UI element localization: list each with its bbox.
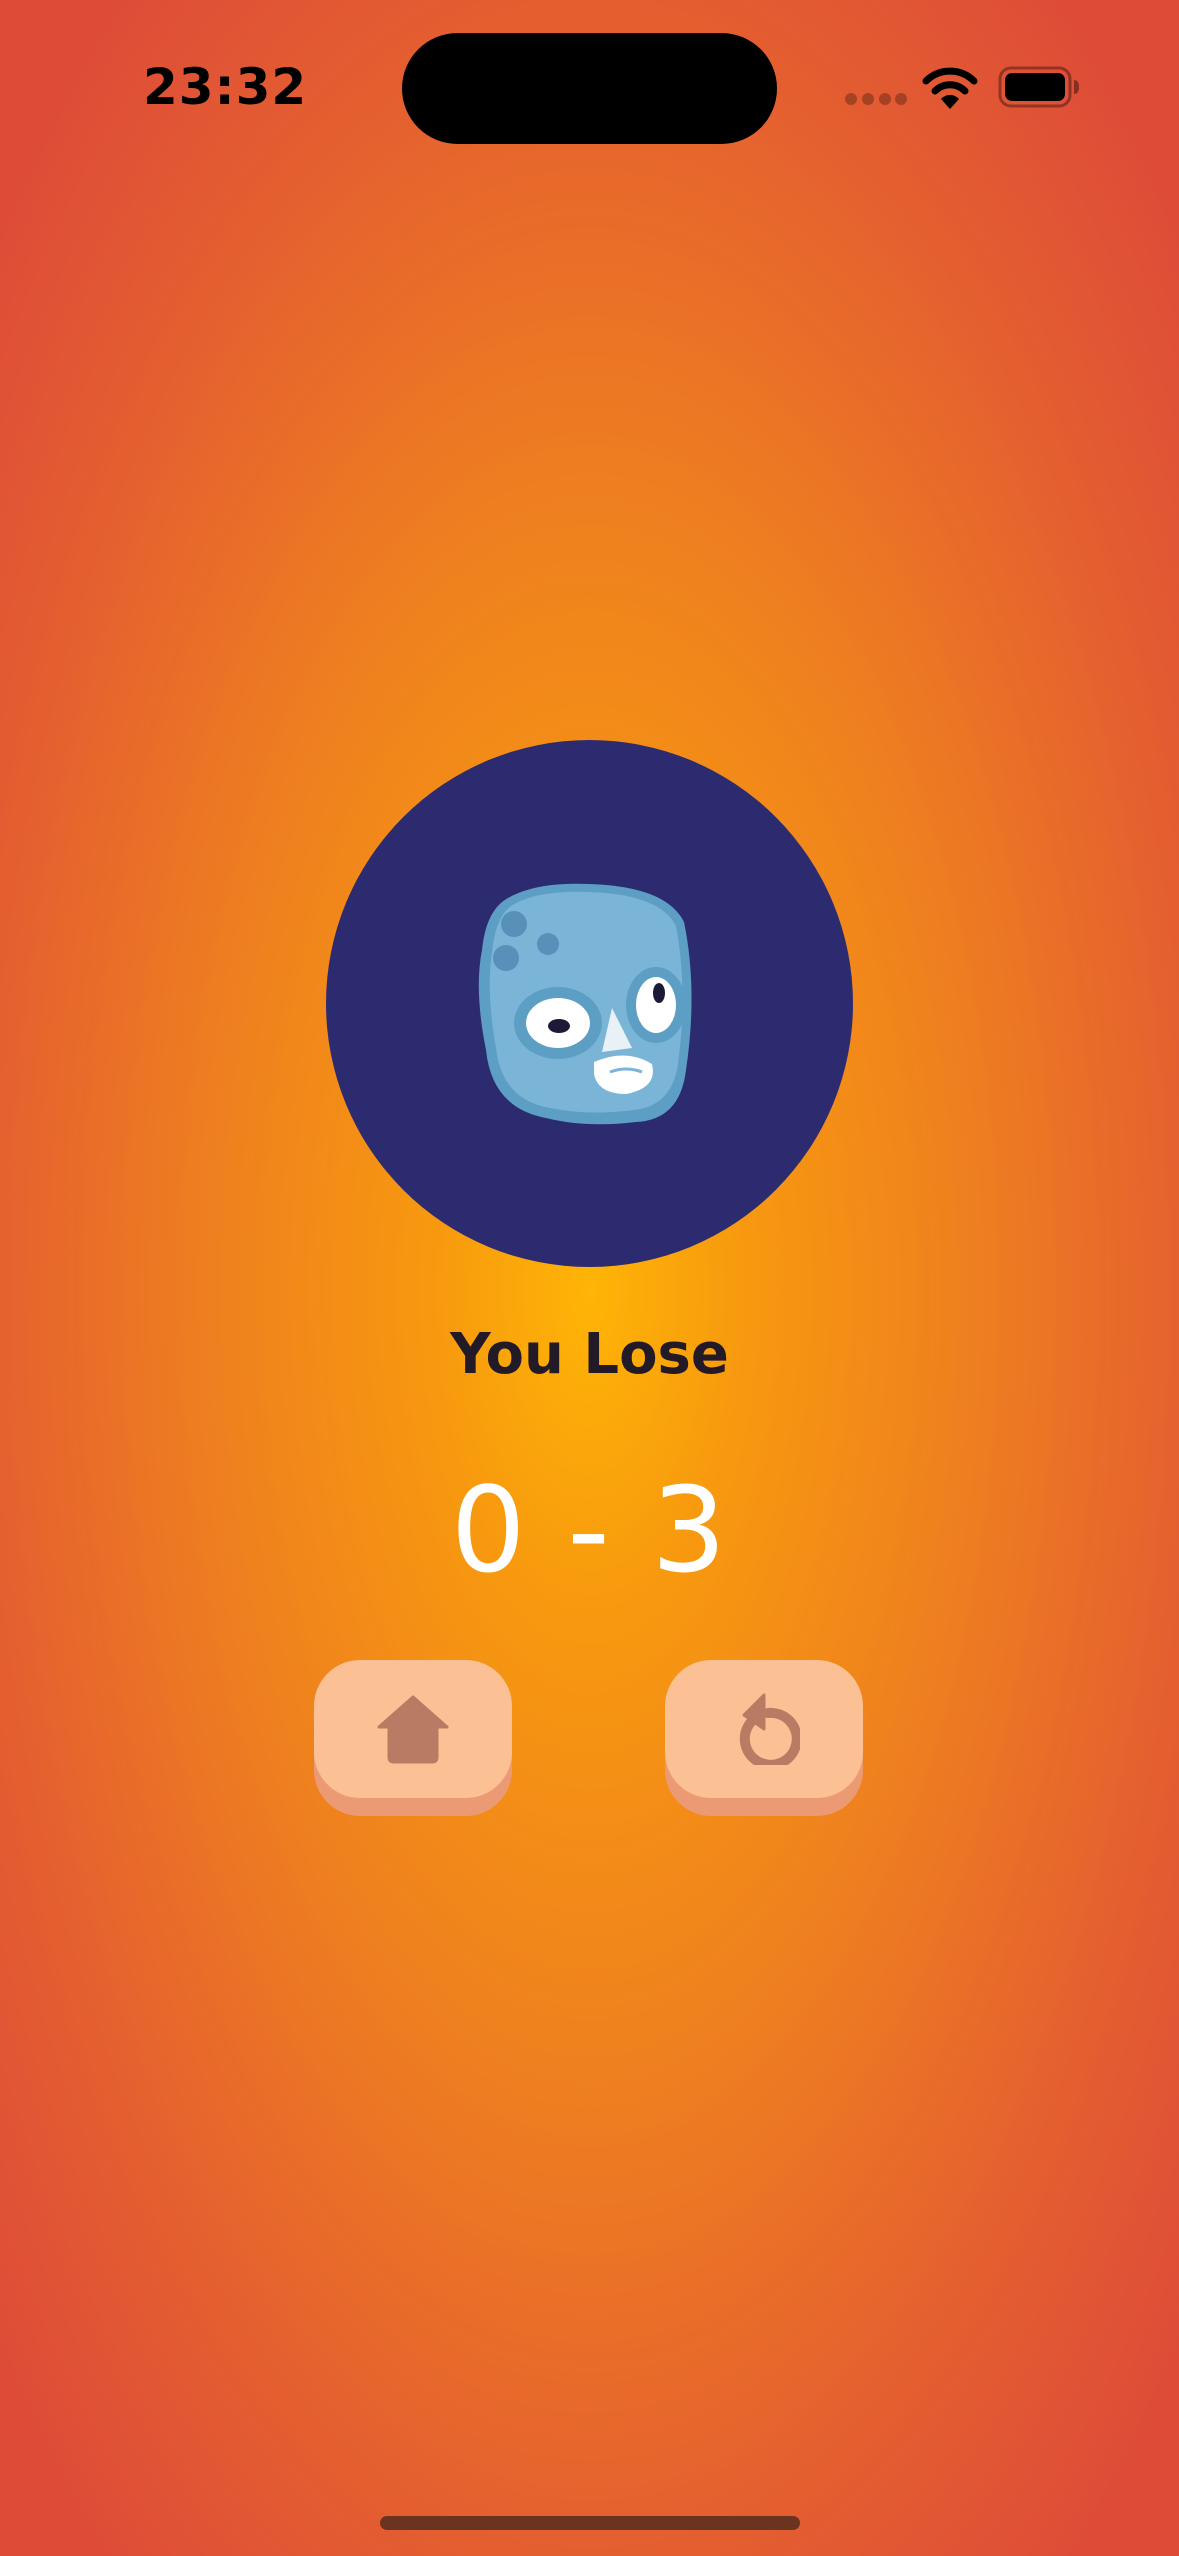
- dynamic-island: [402, 33, 777, 144]
- opponent-avatar: [326, 740, 853, 1267]
- final-score: 0 - 3: [450, 1461, 729, 1599]
- result-title: You Lose: [450, 1322, 729, 1387]
- home-indicator[interactable]: [380, 2516, 800, 2530]
- status-time: 23:32: [143, 58, 308, 116]
- battery-icon: [998, 66, 1079, 108]
- replay-button[interactable]: [665, 1660, 863, 1816]
- cellular-signal-icon: [845, 93, 907, 107]
- home-button[interactable]: [314, 1660, 512, 1816]
- replay-icon: [739, 1693, 800, 1765]
- wifi-icon: [922, 67, 978, 109]
- blue-luchador-mask-icon: [478, 883, 692, 1125]
- home-icon: [377, 1695, 449, 1764]
